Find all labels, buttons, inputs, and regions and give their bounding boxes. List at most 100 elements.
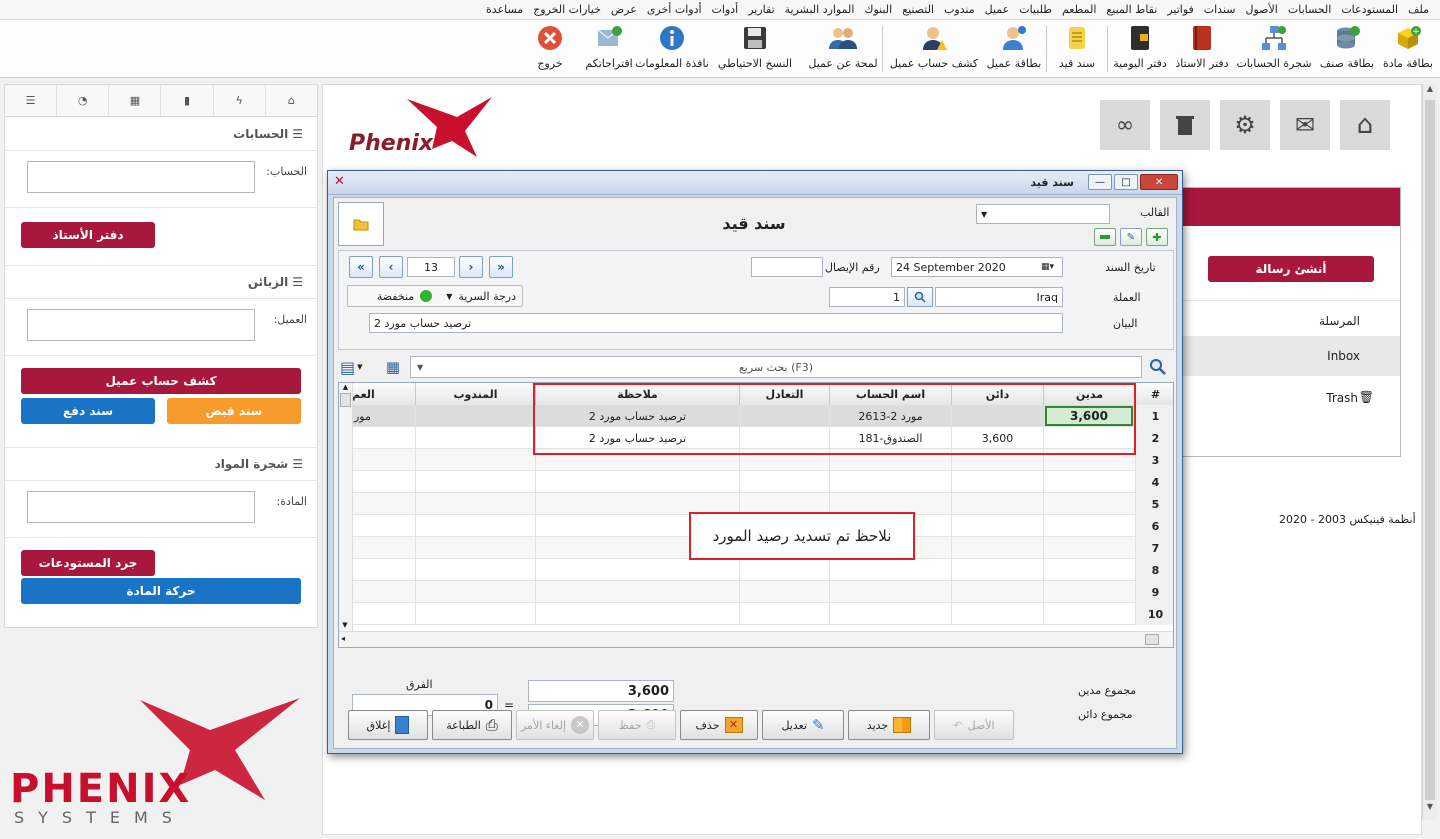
window-minimize-button[interactable]: — [1088, 174, 1112, 190]
grid-cell[interactable] [951, 559, 1043, 581]
menu-item[interactable]: عميل [980, 3, 1015, 16]
grid-cell[interactable] [415, 603, 535, 625]
col-rep-header[interactable]: المندوب [415, 383, 535, 405]
window-title-bar[interactable]: سند قيد ✕ ✕ □ — [328, 171, 1182, 195]
tab-bookmark[interactable]: ▮ [160, 85, 212, 116]
page-scrollbar[interactable]: ▲ ▼ [1422, 84, 1437, 820]
cancel-button[interactable]: ✕ إلغاء الأمر [516, 710, 594, 740]
menu-item[interactable]: ملف [1403, 3, 1434, 16]
suggestions-button[interactable]: اقتراحاتكم [580, 23, 638, 77]
save-button[interactable]: ⎙ حفظ [598, 710, 676, 740]
grid-cell[interactable] [1043, 581, 1135, 603]
grid-cell[interactable] [535, 581, 739, 603]
tab-rss[interactable]: ◔ [56, 85, 108, 116]
grid-cell[interactable] [739, 471, 829, 493]
grid-cell[interactable] [951, 493, 1043, 515]
tab-calendar[interactable]: ▦ [108, 85, 160, 116]
sent-item[interactable]: المرسلة [1174, 300, 1400, 340]
menu-item[interactable]: خيارات الخروج [528, 3, 606, 16]
grid-cell[interactable] [829, 581, 951, 603]
grid-cell[interactable] [415, 559, 535, 581]
currency-search-button[interactable] [907, 287, 933, 307]
statement-input[interactable]: ترصيد حساب مورد 2 [369, 313, 1063, 333]
ledger-button[interactable]: دفتر الاستاذ [1172, 23, 1232, 77]
record-number-input[interactable]: 13 [407, 257, 455, 277]
grid-cell[interactable] [535, 559, 739, 581]
customer-statement-button[interactable]: كشف حساب عميل [886, 23, 982, 77]
exchange-rate-input[interactable]: 1 [829, 287, 905, 307]
columns-settings-button[interactable]: ▤ ▼ [340, 356, 376, 378]
delete-button[interactable]: ✕ حذف [680, 710, 758, 740]
trash-square-button[interactable] [1160, 100, 1210, 150]
menu-item[interactable]: الأصول [1241, 3, 1283, 16]
grid-cell[interactable] [951, 537, 1043, 559]
menu-item[interactable]: الحسابات [1283, 3, 1336, 16]
grid-cell[interactable] [739, 603, 829, 625]
customer-overview-button[interactable]: لمحة عن عميل [806, 23, 880, 77]
grid-horizontal-scrollbar[interactable]: ◂ [339, 631, 1173, 647]
account-input[interactable] [27, 161, 255, 193]
grid-cell[interactable] [951, 515, 1043, 537]
scroll-up-arrow[interactable]: ▲ [1423, 84, 1437, 98]
menu-item[interactable]: سندات [1199, 3, 1241, 16]
window-maximize-button[interactable]: □ [1114, 174, 1138, 190]
template-remove-button[interactable] [1094, 228, 1116, 246]
currency-input[interactable]: Iraq [935, 287, 1063, 307]
inbox-item[interactable]: Inbox [1174, 336, 1400, 376]
table-row[interactable]: 10 [339, 603, 1173, 625]
menu-item[interactable]: فواتير [1162, 3, 1198, 16]
grid-cell[interactable] [829, 471, 951, 493]
grid-cell[interactable] [415, 537, 535, 559]
grid-cell[interactable] [739, 581, 829, 603]
grid-cell[interactable] [829, 603, 951, 625]
home-square-button[interactable]: ⌂ [1340, 100, 1390, 150]
grid-cell[interactable] [535, 603, 739, 625]
menu-item[interactable]: نقاط المبيع [1101, 3, 1162, 16]
col-num-header[interactable]: # [1135, 383, 1173, 405]
item-input[interactable] [27, 491, 255, 523]
scroll-thumb[interactable] [1145, 634, 1159, 645]
close-button[interactable]: إغلاق [348, 710, 428, 740]
scroll-left-arrow[interactable]: ◂ [341, 634, 345, 643]
menu-item[interactable]: المطعم [1057, 3, 1101, 16]
menu-item[interactable]: الموارد البشرية [780, 3, 860, 16]
grid-cell[interactable] [951, 471, 1043, 493]
exit-button[interactable]: خروج [530, 23, 570, 77]
scroll-up-arrow[interactable]: ▲ [339, 383, 352, 391]
tab-bolt[interactable]: ϟ [212, 85, 265, 116]
menu-item[interactable]: البنوك [859, 3, 897, 16]
rep-cell[interactable] [415, 405, 535, 427]
secrecy-select[interactable]: درجة السرية ▼ منخفضة [347, 285, 523, 307]
scroll-down-arrow[interactable]: ▼ [1423, 802, 1437, 816]
menu-item[interactable]: مندوب [939, 3, 980, 16]
mail-square-button[interactable]: ✉ [1280, 100, 1330, 150]
menu-item[interactable]: مساعدة [481, 3, 528, 16]
item-movement-button[interactable]: حركة المادة [21, 578, 301, 604]
grid-cell[interactable] [535, 471, 739, 493]
folder-button[interactable] [338, 202, 384, 246]
grid-cell[interactable] [415, 581, 535, 603]
template-edit-button[interactable]: ✎ [1120, 228, 1142, 246]
receipt-voucher-button[interactable]: سند قبض [167, 398, 301, 424]
grid-cell[interactable] [1043, 603, 1135, 625]
first-record-button[interactable]: « [349, 256, 373, 278]
grid-vertical-scrollbar[interactable]: ▲ ▼ [339, 383, 353, 631]
table-row[interactable]: 8 [339, 559, 1173, 581]
grid-cell[interactable] [1043, 471, 1135, 493]
scroll-thumb[interactable] [1425, 100, 1435, 800]
table-row[interactable]: 9 [339, 581, 1173, 603]
menu-item[interactable]: المستودعات [1336, 3, 1403, 16]
window-close-button[interactable]: ✕ [1140, 174, 1178, 190]
tab-list[interactable]: ☰ [5, 85, 56, 116]
grid-cell[interactable] [1043, 537, 1135, 559]
rep-cell[interactable] [415, 427, 535, 449]
customer-statement-side-button[interactable]: كشف حساب عميل [21, 368, 301, 394]
menu-item[interactable]: طلبيات [1014, 3, 1057, 16]
category-card-button[interactable]: بطاقة صنف [1316, 23, 1378, 77]
grid-cell[interactable] [1043, 515, 1135, 537]
grid-cell[interactable] [415, 449, 535, 471]
grid-cell[interactable] [1043, 559, 1135, 581]
customer-card-button[interactable]: بطاقة عميل [984, 23, 1044, 77]
payment-voucher-button[interactable]: سند دفع [21, 398, 155, 424]
item-card-button[interactable]: + بطاقة مادة [1380, 23, 1436, 77]
